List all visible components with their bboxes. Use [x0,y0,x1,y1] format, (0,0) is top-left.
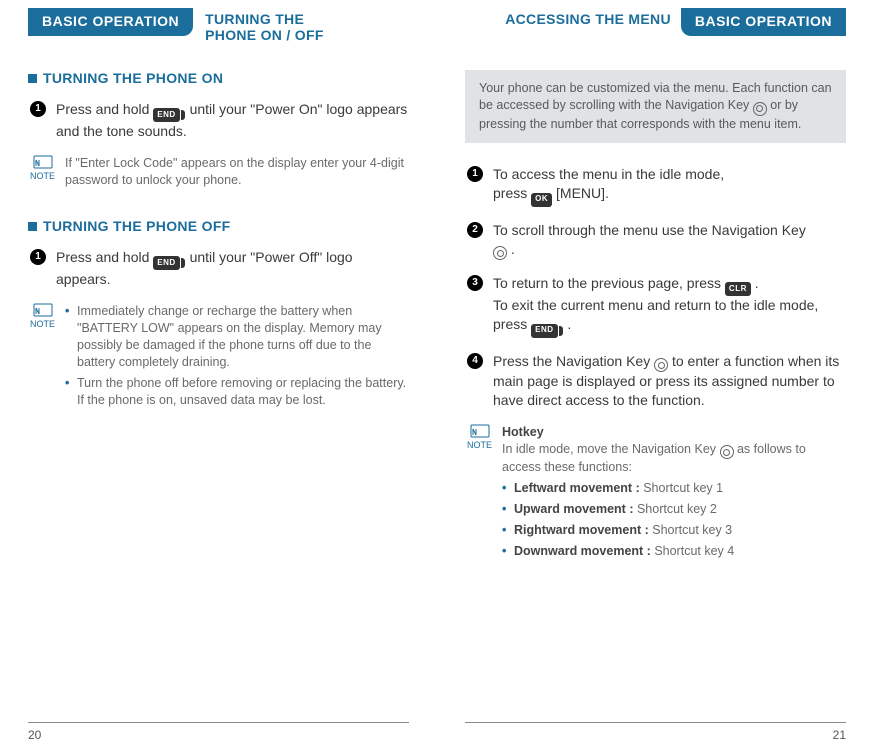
header-right: ACCESSING THE MENU BASIC OPERATION [465,8,846,36]
end-key-icon: END [531,324,557,338]
hotkey-title: Hotkey [502,424,846,441]
step2-text-b: . [511,241,515,257]
hk3-val: Shortcut key 3 [652,523,732,537]
step3-text-a: To return to the previous page, press [493,275,725,291]
tab-basic-operation-left: BASIC OPERATION [28,8,193,36]
hk4-val: Shortcut key 4 [654,544,734,558]
page-number-right: 21 [465,722,846,743]
subtitle-left: TURNING THE PHONE ON / OFF [205,8,355,43]
menu-step-2-body: To scroll through the menu use the Navig… [493,221,846,260]
step-number-3r: 3 [467,275,483,291]
on-note-text: If "Enter Lock Code" appears on the disp… [65,155,409,189]
step-number-1: 1 [30,101,46,117]
note-icon: NOTE [467,424,492,564]
note-icon: NOTE [30,303,55,412]
on-step1-text-a: Press and hold [56,101,153,117]
menu-step-4-body: Press the Navigation Key to enter a func… [493,352,846,410]
ok-key-icon: OK [531,193,552,207]
end-key-icon: END [153,256,179,270]
hk3-label: Rightward movement : [514,523,652,537]
hotkey-item-1: Leftward movement : Shortcut key 1 [502,480,846,497]
end-key-icon: END [153,108,179,122]
page-right: ACCESSING THE MENU BASIC OPERATION Your … [437,0,874,755]
hk2-label: Upward movement : [514,502,637,516]
hotkey-note-body: Hotkey In idle mode, move the Navigation… [502,424,846,564]
step3-text-b: . [755,275,759,291]
step-number-1r: 1 [467,166,483,182]
step2-text-a: To scroll through the menu use the Navig… [493,222,806,238]
on-step-1-body: Press and hold END until your "Power On"… [56,100,409,141]
on-step-1: 1 Press and hold END until your "Power O… [30,100,409,141]
off-step-1: 1 Press and hold END until your "Power O… [30,248,409,289]
off-note-item-2: Turn the phone off before removing or re… [65,375,409,409]
page-number-left: 20 [28,722,409,743]
menu-step-1: 1 To access the menu in the idle mode, p… [467,165,846,206]
note-icon: NOTE [30,155,55,189]
menu-step-3-body: To return to the previous page, press CL… [493,274,846,338]
hotkey-item-3: Rightward movement : Shortcut key 3 [502,522,846,539]
section-turning-on: TURNING THE PHONE ON [28,69,409,88]
menu-step-3: 3 To return to the previous page, press … [467,274,846,338]
step3-text-d: . [567,316,571,332]
hk4-label: Downward movement : [514,544,654,558]
hotkey-item-4: Downward movement : Shortcut key 4 [502,543,846,560]
step1-text-c: [MENU]. [556,185,609,201]
nav-key-icon [493,246,507,260]
off-step1-text-a: Press and hold [56,249,153,265]
step-number-2r: 2 [467,222,483,238]
hk1-val: Shortcut key 1 [643,481,723,495]
hotkey-intro-a: In idle mode, move the Navigation Key [502,442,719,456]
nav-key-icon [654,358,668,372]
menu-step-2: 2 To scroll through the menu use the Nav… [467,221,846,260]
hk2-val: Shortcut key 2 [637,502,717,516]
off-note-item-1: Immediately change or recharge the batte… [65,303,409,371]
step-number-1b: 1 [30,249,46,265]
menu-step-4: 4 Press the Navigation Key to enter a fu… [467,352,846,410]
off-note-body: Immediately change or recharge the batte… [65,303,409,412]
step1-text-a: To access the menu in the idle mode, [493,166,724,182]
hotkey-item-2: Upward movement : Shortcut key 2 [502,501,846,518]
section-turning-off: TURNING THE PHONE OFF [28,217,409,236]
tab-basic-operation-right: BASIC OPERATION [681,8,846,36]
off-step-1-body: Press and hold END until your "Power Off… [56,248,409,289]
step1-text-b: press [493,185,531,201]
nav-key-icon [720,445,734,459]
header-left: BASIC OPERATION TURNING THE PHONE ON / O… [28,8,409,43]
menu-step-1-body: To access the menu in the idle mode, pre… [493,165,846,206]
step-number-4r: 4 [467,353,483,369]
subtitle-right: ACCESSING THE MENU [465,8,671,27]
step4-text-a: Press the Navigation Key [493,353,654,369]
menu-infobox: Your phone can be customized via the men… [465,70,846,144]
hk1-label: Leftward movement : [514,481,643,495]
hotkey-note: NOTE Hotkey In idle mode, move the Navig… [467,424,846,564]
nav-key-icon [753,102,767,116]
on-note: NOTE If "Enter Lock Code" appears on the… [30,155,409,189]
hotkey-intro: In idle mode, move the Navigation Key as… [502,441,846,476]
off-note: NOTE Immediately change or recharge the … [30,303,409,412]
page-left: BASIC OPERATION TURNING THE PHONE ON / O… [0,0,437,755]
clr-key-icon: CLR [725,282,751,296]
